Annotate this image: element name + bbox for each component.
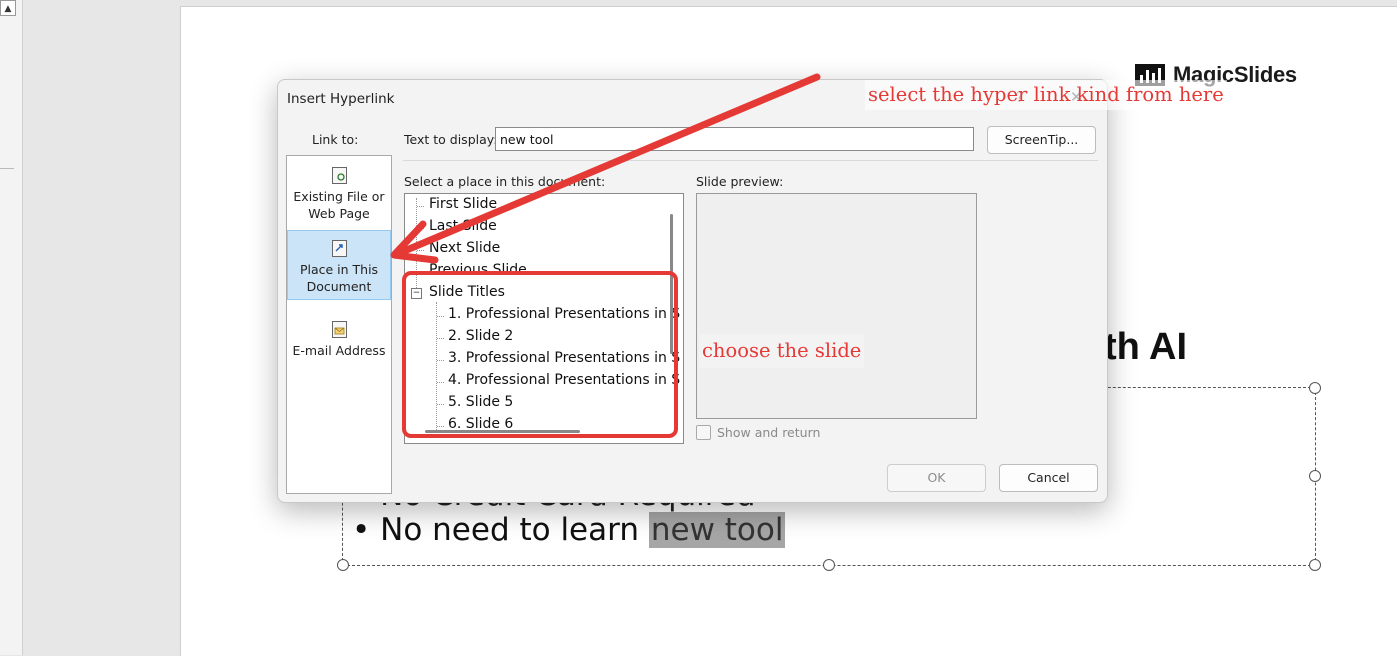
web-page-icon (331, 167, 347, 184)
link-to-place-in-document[interactable]: Place in This Document (287, 230, 391, 300)
link-to-panel: Existing File or Web Page Place in This … (286, 155, 392, 494)
resize-handle-bottom-right[interactable] (1309, 559, 1321, 571)
link-to-existing-label: Existing File or Web Page (293, 189, 385, 221)
resize-handle-bottom[interactable] (823, 559, 835, 571)
tree-item-last-slide[interactable]: Last Slide (429, 218, 497, 234)
bullet-text: • No need to learn (352, 512, 649, 548)
screentip-button[interactable]: ScreenTip... (987, 126, 1096, 154)
resize-handle-top-right[interactable] (1309, 382, 1321, 394)
link-to-email-address[interactable]: E-mail Address (287, 321, 391, 371)
annotation-choose-slide: choose the slide (699, 334, 865, 368)
slide-title: th AI (1104, 326, 1188, 368)
document-place-icon (331, 240, 347, 257)
slide-preview-label: Slide preview: (696, 174, 784, 189)
link-to-label: Link to: (312, 132, 359, 147)
link-to-place-label: Place in This Document (299, 262, 379, 294)
bullet-learn-tool: • No need to learn new tool (352, 512, 786, 548)
selected-text[interactable]: new tool (648, 512, 786, 548)
checkbox-box[interactable] (696, 425, 711, 440)
resize-handle-bottom-left[interactable] (337, 559, 349, 571)
show-and-return-checkbox[interactable]: Show and return (696, 425, 820, 440)
divider (403, 160, 1098, 161)
scroll-up-icon[interactable]: ▲ (0, 0, 16, 16)
place-in-document-label: Select a place in this document: (404, 174, 606, 189)
email-icon (331, 321, 347, 338)
slide-preview (696, 193, 977, 419)
show-and-return-label: Show and return (717, 425, 821, 440)
dialog-title: Insert Hyperlink (287, 91, 395, 107)
annotation-highlight-box (402, 271, 678, 438)
ok-button[interactable]: OK (887, 464, 986, 492)
resize-handle-right[interactable] (1309, 470, 1321, 482)
tree-item-next-slide[interactable]: Next Slide (429, 240, 500, 256)
text-to-display-label: Text to display: (404, 132, 498, 147)
tree-item-first-slide[interactable]: First Slide (429, 196, 497, 212)
slide-thumbnail-pane (0, 0, 23, 655)
link-to-email-label: E-mail Address (292, 343, 386, 358)
pane-divider (0, 168, 14, 169)
text-to-display-input[interactable] (495, 127, 974, 151)
cancel-button[interactable]: Cancel (999, 464, 1098, 492)
link-to-existing-file[interactable]: Existing File or Web Page (287, 167, 391, 231)
annotation-select-link-kind: select the hyper link kind from here (865, 80, 1227, 110)
